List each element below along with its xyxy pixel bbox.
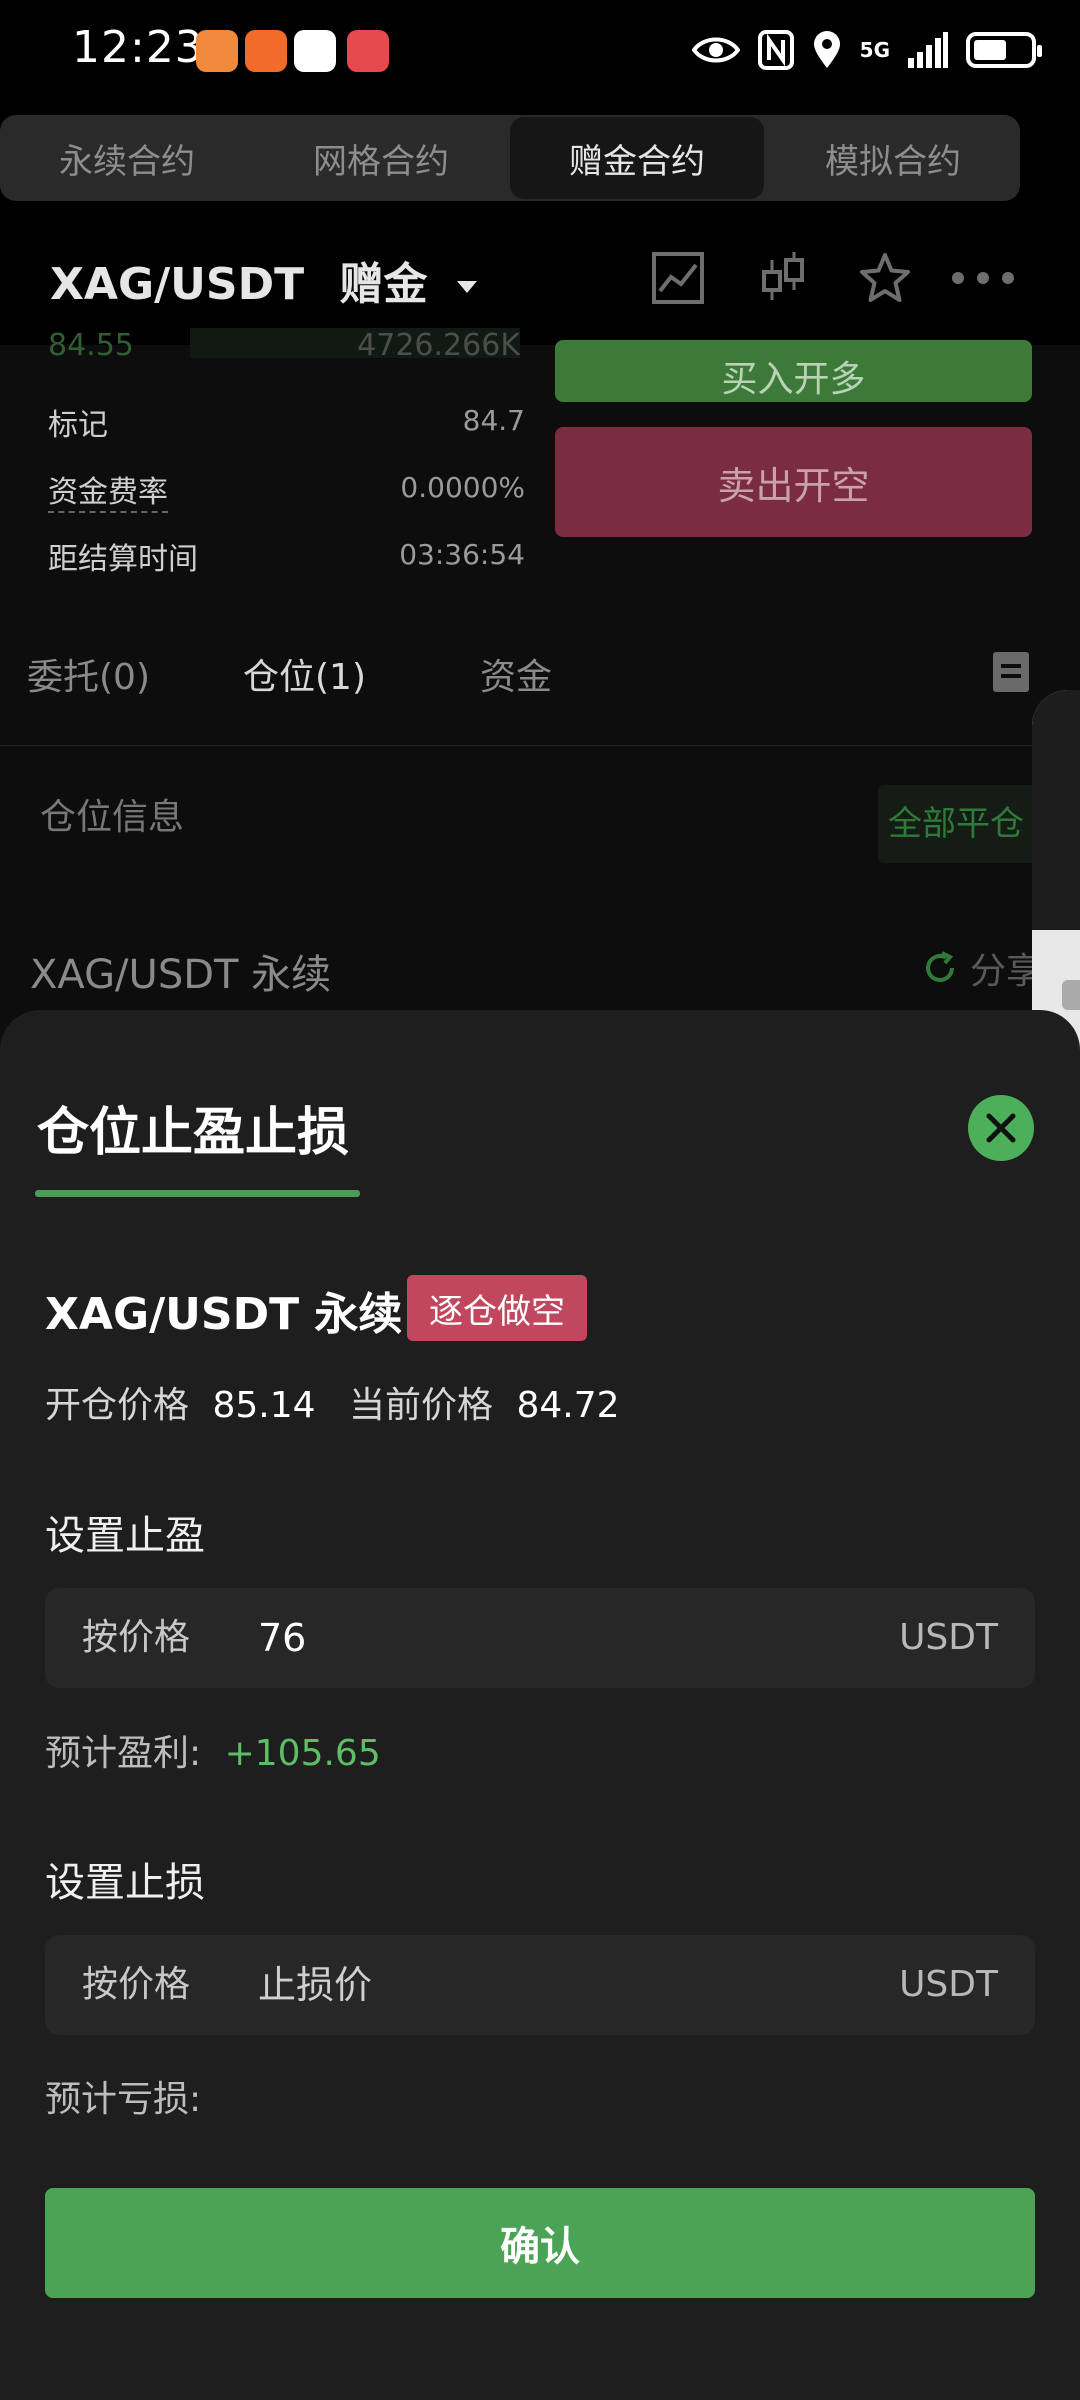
pair-selector[interactable]: XAG/USDT 赠金 [50,248,477,312]
buy-long-button[interactable]: 买入开多 [555,340,1032,402]
share-button[interactable]: 分享 [922,942,1042,994]
settlement-time-value: 03:36:54 [399,538,525,571]
position-name: XAG/USDT 永续 [45,1289,403,1340]
confirm-button[interactable]: 确认 [45,2188,1035,2298]
position-title: XAG/USDT 永续 [30,952,332,998]
estimated-loss: 预计亏损: [45,2070,201,2122]
mark-label: 标记 [48,408,108,443]
pair-mode: 赠金 [339,259,428,310]
title-underline [35,1190,360,1197]
tab-simulated[interactable]: 模拟合约 [766,115,1020,201]
sell-short-button[interactable]: 卖出开空 [555,427,1032,537]
tab-perpetual[interactable]: 永续合约 [0,115,254,201]
tab-grid[interactable]: 网格合约 [254,115,508,201]
estimated-profit: 预计盈利: +105.65 [45,1724,381,1776]
take-profit-input[interactable] [258,1588,858,1688]
price-line: 开仓价格 85.14 当前价格 84.72 [45,1376,620,1428]
take-profit-title: 设置止盈 [45,1513,205,1559]
app-notification-icon [196,30,238,72]
star-icon[interactable] [857,250,913,306]
position-info-label: 仓位信息 [40,797,185,838]
stop-loss-mode[interactable]: 按价格 [82,1935,190,2035]
status-bar: 12:23 5G [0,0,1080,105]
share-icon [926,951,954,982]
stop-loss-unit: USDT [899,1964,998,2005]
chevron-down-icon [456,281,477,293]
location-icon [813,31,840,68]
battery-icon [966,32,1042,68]
close-icon [986,1113,1016,1143]
floating-side-handle[interactable] [1032,690,1080,1055]
take-profit-unit: USDT [899,1617,998,1658]
sheet-title: 仓位止盈止损 [37,1103,350,1163]
subtab-orders[interactable]: 委托(0) [27,648,150,700]
take-profit-field: 按价格 USDT [45,1588,1035,1688]
settlement-time-label: 距结算时间 [48,542,198,577]
current-price-value: 84.72 [516,1385,620,1426]
network-type: 5G [859,38,890,62]
signal-icon [908,32,948,68]
subtab-positions[interactable]: 仓位(1) [243,648,366,700]
funding-rate-value: 0.0000% [400,471,525,504]
clipped-volume: 4726.266K [190,328,520,358]
open-price-value: 85.14 [212,1385,316,1426]
estimated-profit-value: +105.65 [224,1733,381,1774]
app-notification-icon [347,30,389,72]
estimated-loss-label: 预计亏损: [45,2079,202,2120]
position-side-badge: 逐仓做空 [407,1275,587,1341]
clipped-price: 84.55 [48,328,134,358]
contract-type-tabs: 永续合约 网格合约 赠金合约 模拟合约 [0,115,1020,201]
status-time: 12:23 [72,22,204,73]
subtab-funds[interactable]: 资金 [480,648,552,700]
stop-loss-field: 按价格 USDT [45,1935,1035,2035]
take-profit-mode[interactable]: 按价格 [82,1588,190,1688]
open-price-label: 开仓价格 [45,1385,190,1426]
current-price-label: 当前价格 [348,1385,493,1426]
list-icon[interactable] [993,652,1029,692]
more-icon[interactable] [950,250,1016,306]
app-notification-icon [245,30,287,72]
close-button[interactable] [968,1095,1034,1161]
funding-rate-label[interactable]: 资金费率 [48,467,168,513]
pair-name: XAG/USDT [50,259,305,310]
estimated-profit-label: 预计盈利: [45,1733,202,1774]
nfc-icon [757,30,794,70]
status-icons: 5G [691,28,1042,72]
app-notification-icon [294,30,336,72]
mark-value: 84.7 [462,404,525,437]
eye-icon [691,37,740,63]
tab-bonus[interactable]: 赠金合约 [510,117,764,199]
chart-icon[interactable] [650,250,706,306]
divider [0,745,1080,746]
stop-loss-input[interactable] [258,1935,858,2035]
stop-loss-title: 设置止损 [45,1860,205,1906]
candlestick-icon[interactable] [755,250,811,306]
